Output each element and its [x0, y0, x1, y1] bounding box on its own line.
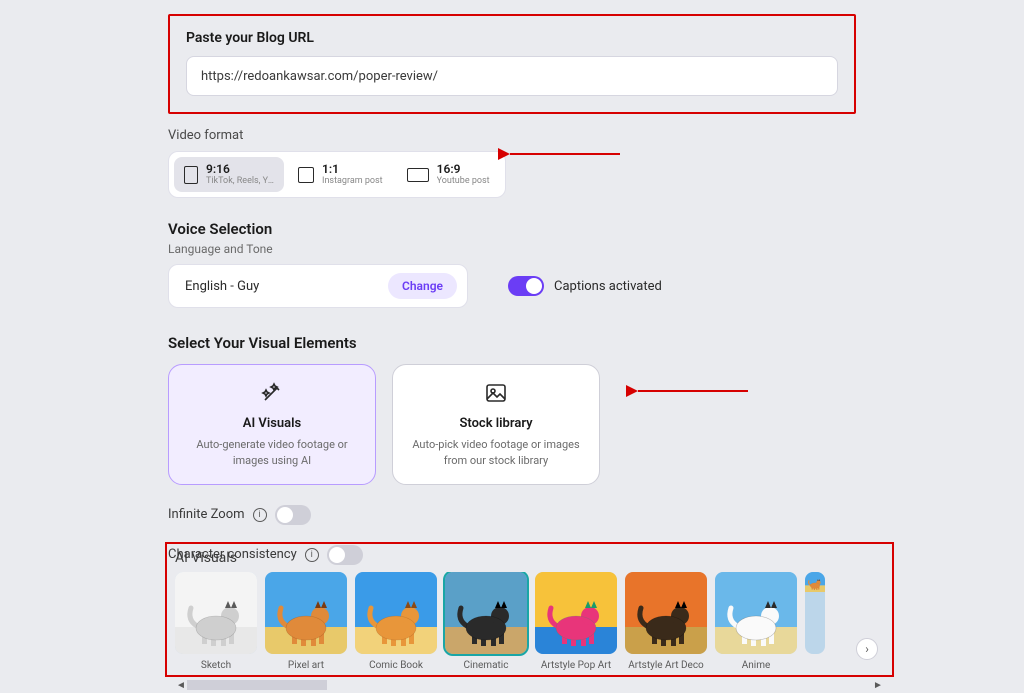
style-option-anime[interactable]: Anime: [715, 572, 797, 671]
visual-card-desc: Auto-generate video footage or images us…: [183, 437, 361, 468]
visual-card-title: AI Visuals: [183, 416, 361, 431]
format-ratio: 9:16: [206, 163, 274, 176]
style-option-sketch[interactable]: Sketch: [175, 572, 257, 671]
style-option-next[interactable]: [805, 572, 825, 654]
style-label: Artstyle Art Deco: [628, 660, 704, 671]
blog-url-section: Paste your Blog URL: [168, 14, 856, 114]
style-thumbnail: [445, 572, 527, 654]
scroll-left-icon[interactable]: ◄: [175, 680, 187, 691]
style-label: Anime: [742, 660, 771, 671]
carousel-next-button[interactable]: ›: [856, 638, 878, 660]
format-ratio: 16:9: [437, 163, 490, 176]
format-option-9-16[interactable]: 9:16 TikTok, Reels, Youtu..: [174, 157, 284, 192]
style-thumbnail: [715, 572, 797, 654]
style-label: Comic Book: [369, 660, 423, 671]
style-option-comic-book[interactable]: Comic Book: [355, 572, 437, 671]
blog-url-input[interactable]: [186, 56, 838, 96]
style-option-artstyle-art-deco[interactable]: Artstyle Art Deco: [625, 572, 707, 671]
blog-url-label: Paste your Blog URL: [186, 30, 838, 46]
image-icon: [484, 381, 508, 410]
captions-label: Captions activated: [554, 279, 662, 294]
aspect-icon: [298, 167, 314, 183]
visual-elements-heading: Select Your Visual Elements: [168, 334, 856, 352]
format-ratio: 1:1: [322, 163, 383, 176]
style-label: Pixel art: [288, 660, 324, 671]
format-desc: TikTok, Reels, Youtu..: [206, 176, 274, 186]
video-format-group: 9:16 TikTok, Reels, Youtu.. 1:1 Instagra…: [168, 151, 506, 198]
infinite-zoom-toggle[interactable]: [275, 505, 311, 525]
change-voice-button[interactable]: Change: [388, 273, 457, 299]
visual-card-desc: Auto-pick video footage or images from o…: [407, 437, 585, 468]
style-label: Artstyle Pop Art: [541, 660, 611, 671]
format-desc: Youtube post: [437, 176, 490, 186]
annotation-arrow: [638, 390, 748, 392]
style-label: Cinematic: [464, 660, 509, 671]
style-thumbnail: [355, 572, 437, 654]
voice-sublabel: Language and Tone: [168, 242, 856, 256]
ai-visuals-heading: AI Visuals: [175, 550, 884, 566]
format-option-1-1[interactable]: 1:1 Instagram post: [288, 157, 393, 192]
visual-card-title: Stock library: [407, 416, 585, 431]
style-label: Sketch: [201, 660, 231, 671]
video-format-label: Video format: [168, 128, 856, 143]
visual-card-stock-library[interactable]: Stock library Auto-pick video footage or…: [392, 364, 600, 485]
annotation-arrow: [510, 153, 620, 155]
format-option-16-9[interactable]: 16:9 Youtube post: [397, 157, 500, 192]
style-thumbnail: [265, 572, 347, 654]
captions-toggle[interactable]: [508, 276, 544, 296]
ai-visuals-section: AI Visuals Sketch Pixel art: [165, 542, 894, 677]
style-option-cinematic[interactable]: Cinematic: [445, 572, 527, 671]
visual-card-ai-visuals[interactable]: AI Visuals Auto-generate video footage o…: [168, 364, 376, 485]
aspect-icon: [407, 168, 429, 182]
wand-icon: [260, 381, 284, 410]
style-thumbnail: [175, 572, 257, 654]
style-thumbnail: [625, 572, 707, 654]
aspect-icon: [184, 166, 198, 184]
scroll-right-icon[interactable]: ►: [872, 680, 884, 691]
style-option-pixel-art[interactable]: Pixel art: [265, 572, 347, 671]
voice-heading: Voice Selection: [168, 220, 856, 238]
horizontal-scrollbar[interactable]: ◄ ►: [175, 679, 884, 691]
voice-select-box[interactable]: English - Guy Change: [168, 264, 468, 308]
style-option-artstyle-pop-art[interactable]: Artstyle Pop Art: [535, 572, 617, 671]
voice-value: English - Guy: [185, 279, 259, 294]
style-thumbnail: [535, 572, 617, 654]
style-thumbnail: [805, 572, 825, 654]
format-desc: Instagram post: [322, 176, 383, 186]
info-icon[interactable]: i: [253, 508, 267, 522]
infinite-zoom-label: Infinite Zoom: [168, 507, 245, 522]
